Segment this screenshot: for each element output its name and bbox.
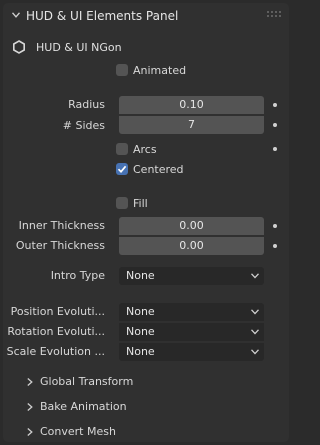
hexagon-icon bbox=[12, 40, 25, 54]
chevron-down-icon[interactable] bbox=[12, 12, 20, 18]
animated-label[interactable]: Animated bbox=[133, 64, 186, 77]
rotation-evolution-value: None bbox=[126, 325, 155, 338]
global-transform-label: Global Transform bbox=[40, 375, 134, 388]
inner-thickness-field[interactable]: 0.00 bbox=[119, 217, 264, 235]
drag-handle-icon[interactable] bbox=[267, 11, 281, 19]
outer-thickness-keyframe-dot[interactable] bbox=[273, 244, 277, 248]
chevron-down-icon bbox=[251, 309, 259, 315]
chevron-down-icon bbox=[251, 349, 259, 355]
panel-title[interactable]: HUD & UI Elements Panel bbox=[26, 9, 178, 23]
radius-field[interactable]: 0.10 bbox=[119, 96, 264, 114]
arcs-label[interactable]: Arcs bbox=[133, 143, 157, 156]
fill-checkbox[interactable] bbox=[116, 197, 128, 209]
intro-type-label: Intro Type bbox=[50, 269, 105, 282]
radius-label: Radius bbox=[68, 98, 105, 111]
chevron-right-icon bbox=[27, 378, 33, 386]
scale-evolution-dropdown[interactable]: None bbox=[119, 343, 264, 361]
chevron-right-icon bbox=[27, 403, 33, 411]
outer-thickness-field[interactable]: 0.00 bbox=[119, 237, 264, 255]
rotation-evolution-label: Rotation Evoluti... bbox=[7, 325, 105, 338]
subpanel-title: HUD & UI NGon bbox=[36, 41, 122, 54]
position-evolution-value: None bbox=[126, 305, 155, 318]
sides-label: # Sides bbox=[62, 119, 105, 132]
position-evolution-label: Position Evoluti... bbox=[10, 305, 105, 318]
centered-label[interactable]: Centered bbox=[133, 163, 184, 176]
fill-label[interactable]: Fill bbox=[133, 197, 148, 210]
inner-thickness-keyframe-dot[interactable] bbox=[273, 224, 277, 228]
scale-evolution-label: Scale Evolution ... bbox=[6, 345, 105, 358]
arcs-checkbox[interactable] bbox=[116, 143, 128, 155]
chevron-right-icon bbox=[27, 428, 33, 436]
convert-mesh-label: Convert Mesh bbox=[40, 425, 116, 438]
hud-ui-elements-panel: HUD & UI Elements Panel HUD & UI NGon An… bbox=[3, 3, 289, 442]
scale-evolution-value: None bbox=[126, 345, 155, 358]
intro-type-dropdown[interactable]: None bbox=[119, 267, 264, 285]
intro-type-value: None bbox=[126, 269, 155, 282]
checkmark-icon bbox=[117, 165, 127, 173]
animated-checkbox[interactable] bbox=[116, 64, 128, 76]
arcs-keyframe-dot[interactable] bbox=[273, 147, 277, 151]
sides-keyframe-dot[interactable] bbox=[273, 123, 277, 127]
bake-animation-label: Bake Animation bbox=[40, 400, 127, 413]
sides-field[interactable]: 7 bbox=[119, 116, 264, 134]
chevron-down-icon bbox=[251, 329, 259, 335]
radius-keyframe-dot[interactable] bbox=[273, 103, 277, 107]
outer-thickness-label: Outer Thickness bbox=[15, 239, 105, 252]
position-evolution-dropdown[interactable]: None bbox=[119, 303, 264, 321]
chevron-down-icon bbox=[251, 273, 259, 279]
inner-thickness-label: Inner Thickness bbox=[18, 219, 105, 232]
rotation-evolution-dropdown[interactable]: None bbox=[119, 323, 264, 341]
centered-checkbox[interactable] bbox=[116, 163, 128, 175]
